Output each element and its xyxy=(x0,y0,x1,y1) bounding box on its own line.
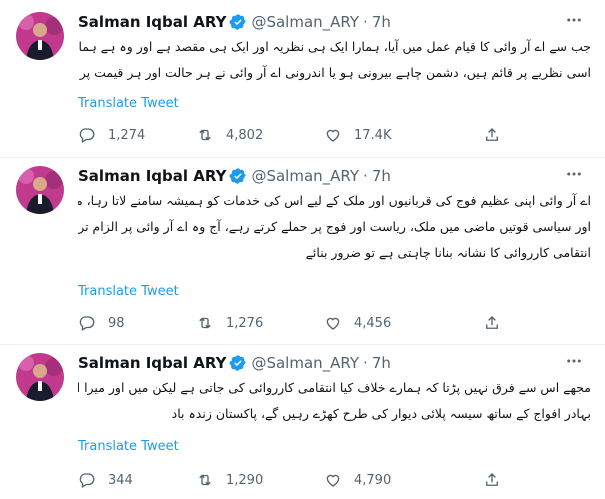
like-heart-icon xyxy=(326,129,340,142)
reply-count: 98 xyxy=(108,315,125,331)
reply-count: 1,274 xyxy=(108,127,146,143)
share-icon xyxy=(486,316,498,329)
retweet-button[interactable]: 4,802 xyxy=(196,124,263,146)
tweet-header: Salman Iqbal ARY @Salman_ARY · 7h xyxy=(78,353,391,373)
tweet-text-line: جب سے اے آر وائی کا قیام عمل میں آیا، ہم… xyxy=(78,39,591,54)
tweet-text: جب سے اے آر وائی کا قیام عمل میں آیا، ہم… xyxy=(78,34,591,86)
avatar[interactable] xyxy=(16,12,64,60)
share-button[interactable] xyxy=(483,124,513,146)
tweet-actions: 344 1,290 4,790 xyxy=(78,469,498,491)
author-name[interactable]: Salman Iqbal ARY xyxy=(78,354,226,372)
retweet-icon xyxy=(199,129,211,141)
like-heart-icon xyxy=(326,474,340,487)
retweet-icon xyxy=(199,317,211,329)
timestamp[interactable]: 7h xyxy=(372,13,391,31)
more-dots-icon[interactable] xyxy=(563,10,585,30)
translate-tweet-link[interactable]: Translate Tweet xyxy=(78,284,179,299)
more-dots-icon[interactable] xyxy=(563,164,585,184)
tweet[interactable]: Salman Iqbal ARY @Salman_ARY · 7h اے آر … xyxy=(0,162,605,337)
verified-badge-icon xyxy=(230,168,247,184)
separator-dot: · xyxy=(363,13,368,31)
author-name[interactable]: Salman Iqbal ARY xyxy=(78,13,226,31)
reply-button[interactable]: 344 xyxy=(78,469,133,491)
tweet-divider xyxy=(0,344,605,345)
retweet-button[interactable]: 1,290 xyxy=(196,469,263,491)
separator-dot: · xyxy=(363,167,368,185)
tweet[interactable]: Salman Iqbal ARY @Salman_ARY · 7h مجھے ا… xyxy=(0,349,605,494)
retweet-button[interactable]: 1,276 xyxy=(196,312,263,334)
reply-button[interactable]: 98 xyxy=(78,312,125,334)
tweet-text: مجھے اس سے فرق نہیں پڑتا کہ ہمارے خلاف ک… xyxy=(78,375,591,427)
avatar[interactable] xyxy=(16,353,64,401)
retweet-icon xyxy=(199,474,211,486)
like-count: 4,456 xyxy=(354,315,392,331)
tweet-text-line: مجھے اس سے فرق نہیں پڑتا کہ ہمارے خلاف ک… xyxy=(78,380,591,395)
tweet-header: Salman Iqbal ARY @Salman_ARY · 7h xyxy=(78,12,391,32)
reply-icon xyxy=(79,473,95,488)
tweet-text-line: انتقامی کارروائی کا نشانہ بنانا چاہتی ہے… xyxy=(305,245,591,260)
share-button[interactable] xyxy=(483,469,513,491)
avatar[interactable] xyxy=(16,166,64,214)
tweet-header: Salman Iqbal ARY @Salman_ARY · 7h xyxy=(78,166,391,186)
author-handle[interactable]: @Salman_ARY xyxy=(251,354,359,372)
tweet-text-line: بہادر افواج کے ساتھ سیسہ پلائی دیوار کی … xyxy=(171,406,591,421)
tweet-divider xyxy=(0,157,605,158)
reply-count: 344 xyxy=(108,472,133,488)
reply-icon xyxy=(79,316,95,331)
tweet-actions: 1,274 4,802 17.4K xyxy=(78,124,498,146)
translate-tweet-link[interactable]: Translate Tweet xyxy=(78,96,179,111)
like-count: 17.4K xyxy=(354,127,392,143)
like-count: 4,790 xyxy=(354,472,392,488)
like-button[interactable]: 17.4K xyxy=(324,124,391,146)
reply-icon xyxy=(79,128,95,143)
tweet-actions: 98 1,276 4,456 xyxy=(78,312,498,334)
share-button[interactable] xyxy=(483,312,513,334)
share-icon xyxy=(486,128,498,141)
timestamp[interactable]: 7h xyxy=(372,354,391,372)
retweet-count: 1,276 xyxy=(226,315,264,331)
timestamp[interactable]: 7h xyxy=(372,167,391,185)
retweet-count: 1,290 xyxy=(226,472,264,488)
verified-badge-icon xyxy=(230,14,247,30)
retweet-count: 4,802 xyxy=(226,127,264,143)
author-handle[interactable]: @Salman_ARY xyxy=(251,13,359,31)
like-button[interactable]: 4,790 xyxy=(324,469,391,491)
tweet-text-line: اے آر وائی اپنی عظیم فوج کی قربانیوں اور… xyxy=(78,193,591,208)
separator-dot: · xyxy=(363,354,368,372)
share-icon xyxy=(486,473,498,486)
tweet-text-line: اسی نظریے پر قائم ہیں، دشمن چاہے بیرونی … xyxy=(78,65,591,80)
author-name[interactable]: Salman Iqbal ARY xyxy=(78,167,226,185)
more-dots-icon[interactable] xyxy=(563,351,585,371)
reply-button[interactable]: 1,274 xyxy=(78,124,145,146)
verified-badge-icon xyxy=(230,355,247,371)
tweet[interactable]: Salman Iqbal ARY @Salman_ARY · 7h جب سے … xyxy=(0,8,605,148)
translate-tweet-link[interactable]: Translate Tweet xyxy=(78,439,179,454)
like-heart-icon xyxy=(326,317,340,330)
tweet-text: اے آر وائی اپنی عظیم فوج کی قربانیوں اور… xyxy=(78,188,591,266)
like-button[interactable]: 4,456 xyxy=(324,312,391,334)
author-handle[interactable]: @Salman_ARY xyxy=(251,167,359,185)
tweet-text-line: اور سیاسی قوتیں ماضی میں ملک، ریاست اور … xyxy=(78,219,591,234)
